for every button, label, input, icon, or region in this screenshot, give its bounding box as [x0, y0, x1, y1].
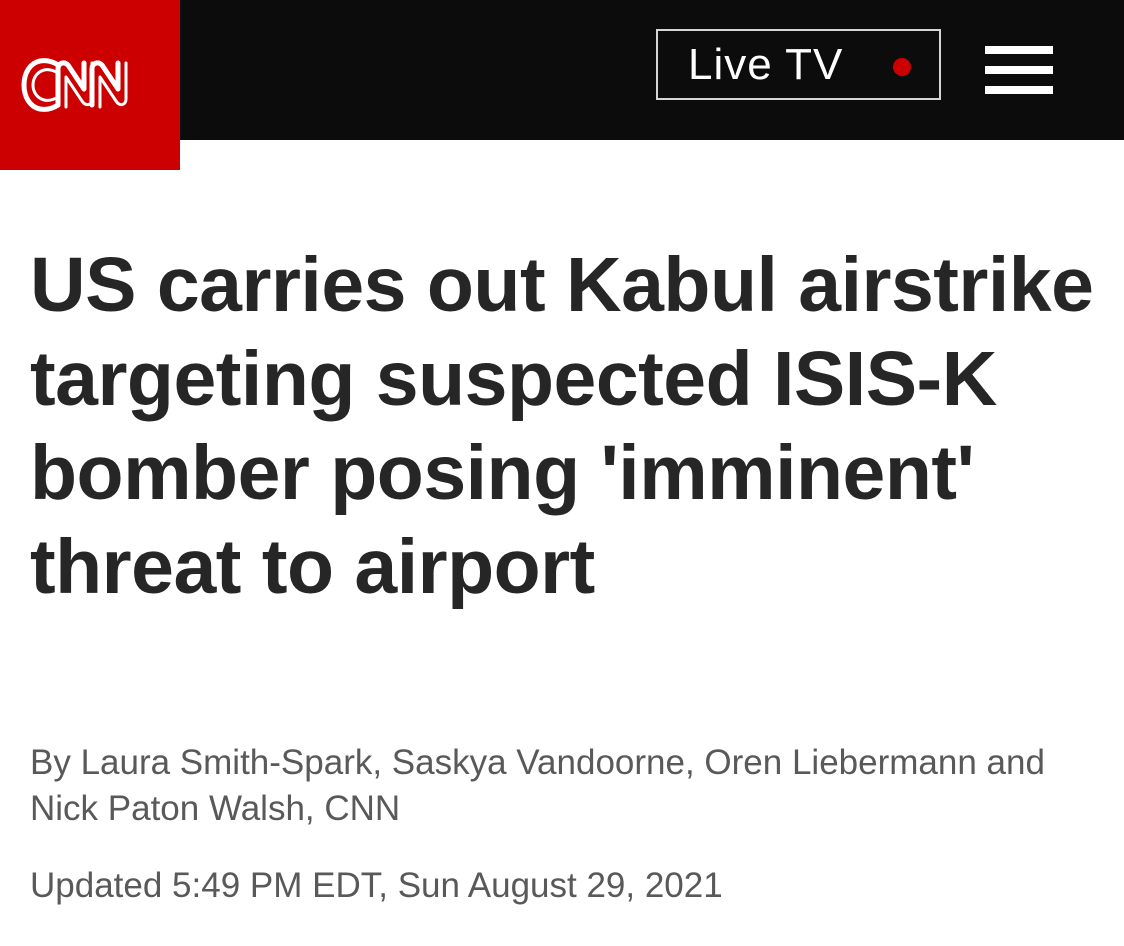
menu-line — [985, 86, 1053, 94]
menu-line — [985, 66, 1053, 74]
live-tv-label: Live TV — [688, 39, 844, 89]
article-headline: US carries out Kabul airstrike targeting… — [30, 242, 1094, 610]
article-timestamp: Updated 5:49 PM EDT, Sun August 29, 2021 — [30, 866, 723, 905]
cnn-logo[interactable] — [0, 0, 180, 170]
hamburger-menu-icon[interactable] — [985, 46, 1053, 94]
article-byline: By Laura Smith-Spark, Saskya Vandoorne, … — [30, 743, 1045, 828]
cnn-logo-icon — [21, 58, 128, 112]
article-page: Live TV US carries out Kabul airstrike t… — [0, 0, 1124, 946]
menu-line — [985, 46, 1053, 54]
live-tv-button[interactable]: Live TV — [656, 29, 941, 100]
live-indicator-icon — [893, 58, 911, 76]
